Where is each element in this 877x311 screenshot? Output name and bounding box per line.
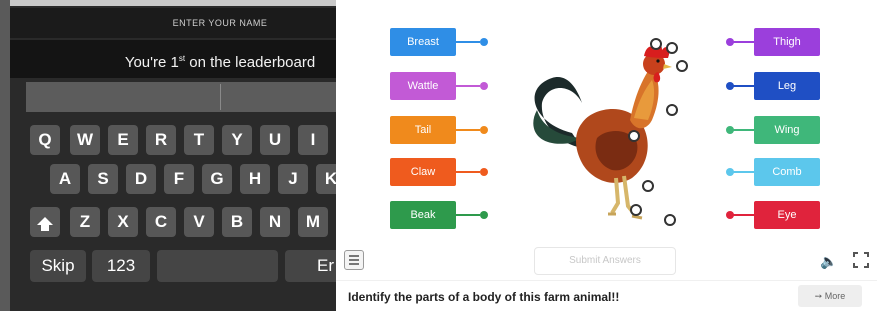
menu-icon	[349, 259, 359, 261]
hotspot-marker[interactable]	[630, 204, 642, 216]
key-i[interactable]: I	[298, 125, 328, 155]
keyboard-panel: ENTER YOUR NAME You're 1st on the leader…	[0, 0, 345, 311]
label-tail[interactable]: Tail	[390, 116, 456, 144]
key-d[interactable]: D	[126, 164, 156, 194]
label-leg[interactable]: Leg	[754, 72, 820, 100]
connector-pin[interactable]	[480, 126, 488, 134]
label-beak[interactable]: Beak	[390, 201, 456, 229]
label-thigh[interactable]: Thigh	[754, 28, 820, 56]
key-u[interactable]: U	[260, 125, 290, 155]
menu-icon	[349, 255, 359, 257]
hotspot-marker[interactable]	[642, 180, 654, 192]
key-b[interactable]: B	[222, 207, 252, 237]
hotspot-marker[interactable]	[650, 38, 662, 50]
key-e[interactable]: E	[108, 125, 138, 155]
key-y[interactable]: Y	[222, 125, 252, 155]
hotspot-marker[interactable]	[664, 214, 676, 226]
label-wing[interactable]: Wing	[754, 116, 820, 144]
submit-answers-button[interactable]: Submit Answers	[534, 247, 676, 275]
connector-line	[732, 129, 754, 131]
leaderboard-text: on the leaderboard	[185, 54, 316, 71]
key-m[interactable]: M	[298, 207, 328, 237]
space-key[interactable]	[157, 250, 278, 282]
quiz-panel: Breast Wattle Tail Claw Beak Thigh Leg W…	[336, 0, 877, 311]
fullscreen-icon[interactable]	[852, 251, 870, 269]
connector-line	[732, 85, 754, 87]
label-wattle[interactable]: Wattle	[390, 72, 456, 100]
key-h[interactable]: H	[240, 164, 270, 194]
key-w[interactable]: W	[70, 125, 100, 155]
numbers-key[interactable]: 123	[92, 250, 150, 282]
leaderboard-message: You're 1st on the leaderboard	[10, 40, 345, 78]
connector-line	[732, 214, 754, 216]
leaderboard-rank-text: You're 1	[124, 54, 179, 71]
more-button[interactable]: ➙ More	[798, 285, 862, 307]
enter-name-header: ENTER YOUR NAME	[10, 8, 345, 38]
connector-line	[456, 129, 480, 131]
key-f[interactable]: F	[164, 164, 194, 194]
label-claw[interactable]: Claw	[390, 158, 456, 186]
hotspot-marker[interactable]	[666, 104, 678, 116]
connector-line	[456, 171, 480, 173]
key-a[interactable]: A	[50, 164, 80, 194]
label-eye[interactable]: Eye	[754, 201, 820, 229]
menu-button[interactable]	[344, 250, 364, 270]
connector-line	[732, 41, 754, 43]
shift-key[interactable]	[30, 207, 60, 237]
keyboard-edge	[0, 0, 10, 311]
speaker-icon[interactable]: 🔈	[820, 253, 837, 270]
key-q[interactable]: Q	[30, 125, 60, 155]
key-r[interactable]: R	[146, 125, 176, 155]
connector-pin[interactable]	[480, 211, 488, 219]
skip-key[interactable]: Skip	[30, 250, 86, 282]
connector-line	[456, 41, 480, 43]
connector-line	[732, 171, 754, 173]
name-input[interactable]	[26, 82, 345, 112]
key-j[interactable]: J	[278, 164, 308, 194]
label-comb[interactable]: Comb	[754, 158, 820, 186]
key-z[interactable]: Z	[70, 207, 100, 237]
key-g[interactable]: G	[202, 164, 232, 194]
rooster-image	[533, 44, 672, 220]
key-n[interactable]: N	[260, 207, 290, 237]
key-s[interactable]: S	[88, 164, 118, 194]
quiz-toolbar: Submit Answers 🔈	[336, 244, 877, 278]
connector-line	[456, 214, 480, 216]
hotspot-marker[interactable]	[666, 42, 678, 54]
key-c[interactable]: C	[146, 207, 176, 237]
connector-line	[456, 85, 480, 87]
hotspot-marker[interactable]	[628, 130, 640, 142]
key-v[interactable]: V	[184, 207, 214, 237]
key-t[interactable]: T	[184, 125, 214, 155]
menu-icon	[349, 263, 359, 265]
input-divider	[220, 84, 221, 110]
connector-pin[interactable]	[480, 168, 488, 176]
connector-pin[interactable]	[480, 82, 488, 90]
hotspot-marker[interactable]	[676, 60, 688, 72]
divider	[336, 280, 877, 281]
key-x[interactable]: X	[108, 207, 138, 237]
connector-pin[interactable]	[480, 38, 488, 46]
question-text: Identify the parts of a body of this far…	[348, 290, 620, 304]
label-breast[interactable]: Breast	[390, 28, 456, 56]
shift-arrow-icon	[37, 217, 53, 231]
